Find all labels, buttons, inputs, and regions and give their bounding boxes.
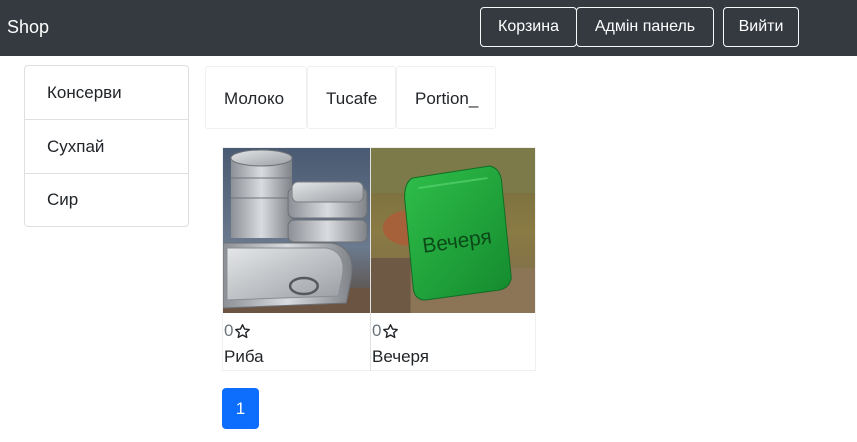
rating-value: 0 <box>372 321 382 340</box>
product-rating: 0 <box>224 321 251 341</box>
brand-card-moloko[interactable]: Молоко <box>205 66 307 129</box>
brand-card-portion[interactable]: Portion_ <box>396 66 496 129</box>
product-rating: 0 <box>372 321 399 341</box>
logout-button[interactable]: Вийти <box>723 7 799 47</box>
product-card-dinner[interactable]: Вечеря 0 Вечеря <box>370 147 536 371</box>
product-name: Риба <box>224 347 264 366</box>
brand-link[interactable]: Shop <box>7 16 49 38</box>
type-item-canned[interactable]: Консерви <box>25 66 188 120</box>
brand-card-tucafe[interactable]: Tucafe <box>307 66 396 129</box>
rating-value: 0 <box>224 321 234 340</box>
cart-button[interactable]: Корзина <box>480 7 577 47</box>
type-item-cheese[interactable]: Сир <box>25 174 188 226</box>
pagination-page-1[interactable]: 1 <box>222 388 259 429</box>
product-image-ration-pack: Вечеря <box>371 148 535 313</box>
type-item-dry-ration[interactable]: Сухпай <box>25 120 188 174</box>
navbar: Shop Корзина Адмін панель Вийти <box>0 0 857 56</box>
admin-panel-button[interactable]: Адмін панель <box>576 7 714 47</box>
product-name: Вечеря <box>372 347 430 366</box>
type-list: Консерви Сухпай Сир <box>24 65 189 227</box>
product-image-cans <box>223 148 370 313</box>
product-card-fish[interactable]: 0 Риба <box>222 147 371 371</box>
star-outline-icon <box>383 323 399 338</box>
star-outline-icon <box>235 323 251 338</box>
